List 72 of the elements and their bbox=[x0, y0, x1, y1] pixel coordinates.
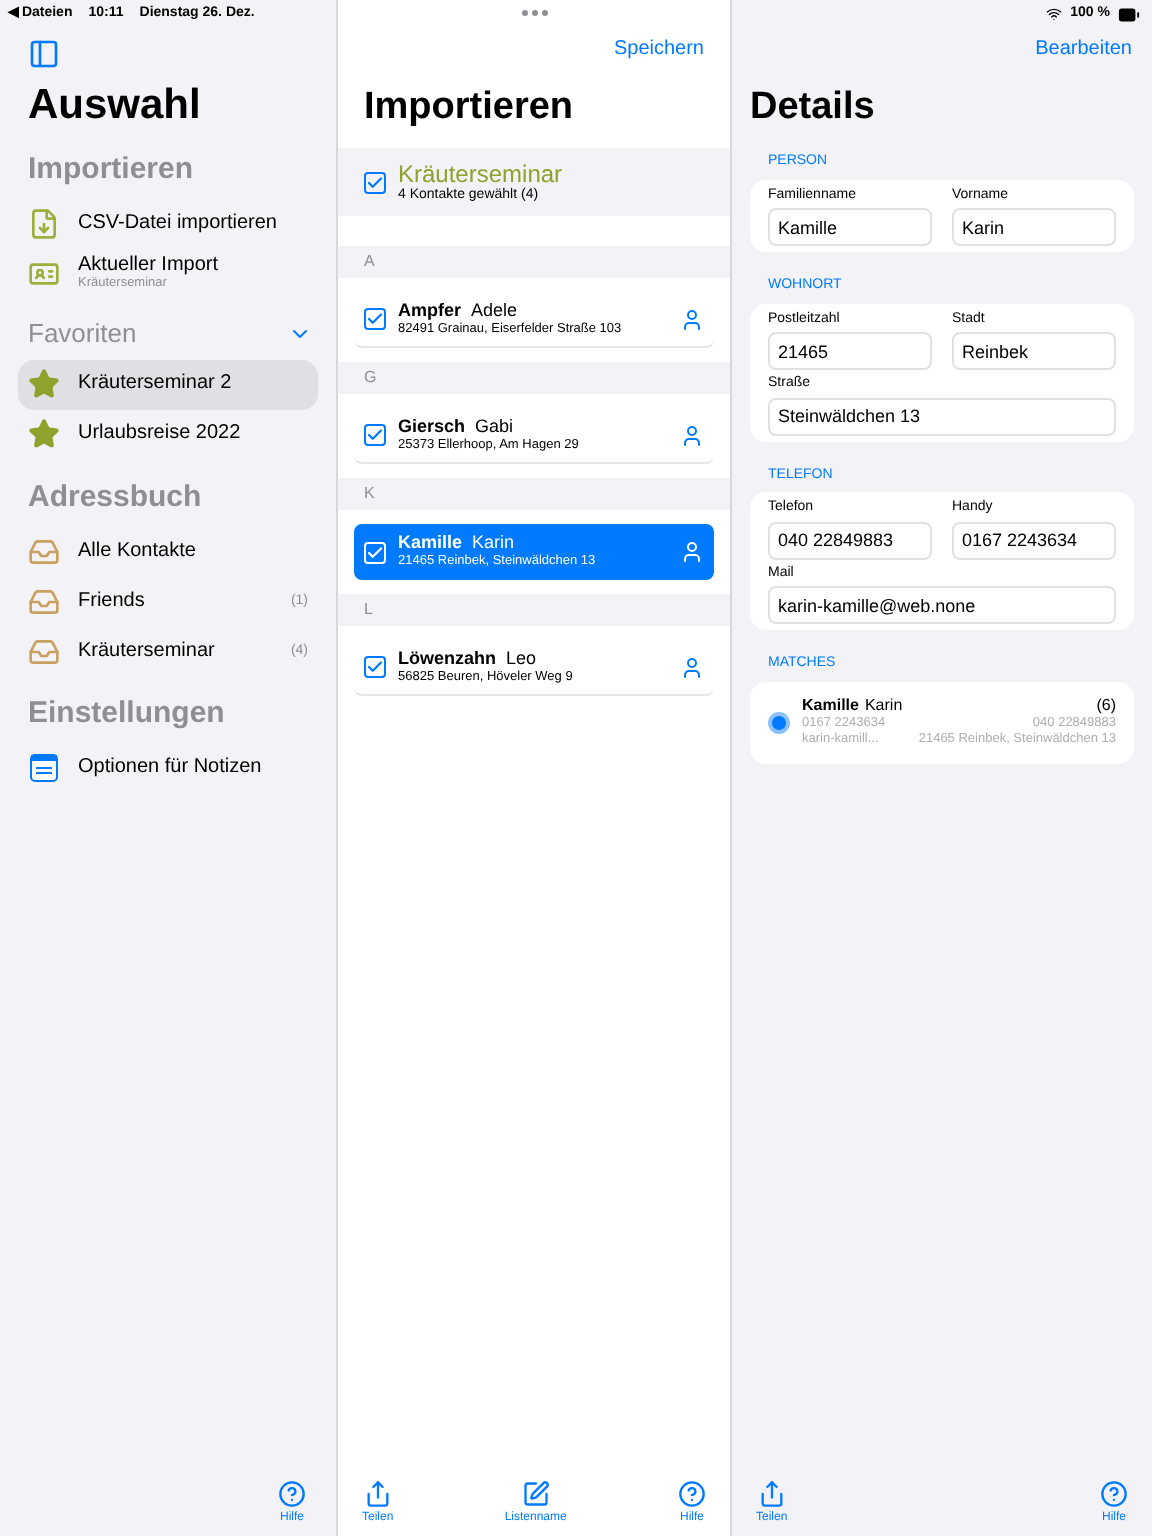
item-label: Kräuterseminar bbox=[78, 641, 217, 662]
input-field[interactable]: 0167 2243634 bbox=[952, 521, 1116, 559]
item-label: CSV-Datei importieren bbox=[78, 213, 279, 234]
sidebar-item[interactable]: Alle Kontakte bbox=[18, 526, 318, 577]
group-title: Kräuterseminar bbox=[398, 162, 563, 186]
input-field[interactable]: Kamille bbox=[768, 208, 932, 246]
index-letter: L bbox=[364, 598, 373, 622]
checkbox[interactable] bbox=[364, 308, 386, 330]
tray-icon bbox=[28, 635, 60, 668]
first-name: Leo bbox=[506, 649, 537, 668]
contact-card-icon bbox=[28, 257, 60, 290]
first-name: Gabi bbox=[475, 417, 514, 436]
help-icon bbox=[678, 1480, 706, 1508]
item-label: Optionen für Notizen bbox=[78, 758, 264, 779]
sidebar-title: Auswahl bbox=[28, 79, 203, 131]
first-name: Karin bbox=[472, 534, 515, 553]
section-heading: Favoriten bbox=[28, 316, 137, 353]
tray-icon bbox=[28, 585, 60, 618]
section-heading: Importieren bbox=[28, 149, 194, 190]
sidebar-toggle-icon[interactable] bbox=[28, 37, 60, 69]
checkbox[interactable] bbox=[364, 656, 386, 678]
star-icon bbox=[28, 368, 60, 401]
last-name: Giersch bbox=[398, 417, 466, 436]
page-title: Importieren bbox=[362, 83, 576, 132]
last-name: Kamille bbox=[398, 534, 463, 553]
compose-icon bbox=[521, 1480, 550, 1508]
sidebar-item[interactable]: Kräuterseminar 2 bbox=[18, 359, 318, 410]
person-icon[interactable] bbox=[680, 655, 704, 679]
input-field[interactable]: 040 22849883 bbox=[768, 521, 932, 559]
last-name: Löwenzahn bbox=[398, 649, 496, 668]
item-label: Aktueller Import bbox=[78, 256, 221, 276]
person-icon[interactable] bbox=[680, 423, 704, 447]
share-icon bbox=[363, 1480, 392, 1508]
help-icon bbox=[1100, 1480, 1128, 1508]
star-icon bbox=[28, 418, 60, 451]
radio-button[interactable] bbox=[768, 711, 790, 733]
sidebar-item[interactable]: Optionen für Notizen bbox=[18, 743, 318, 794]
input-field[interactable]: Steinwäldchen 13 bbox=[768, 397, 1116, 435]
item-label: Urlaubsreise 2022 bbox=[78, 424, 243, 445]
input-field[interactable]: Reinbek bbox=[952, 332, 1116, 370]
wifi-icon bbox=[1046, 6, 1063, 22]
notes-icon bbox=[30, 754, 58, 783]
sidebar-item[interactable]: CSV-Datei importieren bbox=[18, 198, 318, 249]
page-title: Details bbox=[748, 83, 877, 132]
match-count: (6) bbox=[1096, 697, 1116, 713]
battery-icon bbox=[1118, 3, 1140, 25]
person-icon[interactable] bbox=[680, 307, 704, 331]
sidebar-item[interactable]: Urlaubsreise 2022 bbox=[18, 409, 318, 460]
item-label: Kräuterseminar 2 bbox=[78, 374, 234, 395]
item-label: Alle Kontakte bbox=[78, 541, 198, 562]
item-label: Friends bbox=[78, 591, 147, 612]
first-name: Adele bbox=[471, 301, 518, 320]
first-name: Karin bbox=[864, 697, 905, 713]
input-field[interactable]: 21465 bbox=[768, 332, 932, 370]
share-icon bbox=[757, 1480, 786, 1508]
input-field[interactable]: Karin bbox=[952, 208, 1116, 246]
index-letter: G bbox=[364, 366, 377, 390]
help-icon bbox=[278, 1480, 306, 1508]
tray-icon bbox=[28, 535, 60, 568]
checkbox[interactable] bbox=[364, 171, 386, 193]
section-heading: Einstellungen bbox=[28, 694, 225, 735]
index-letter: A bbox=[364, 250, 375, 274]
download-icon bbox=[28, 207, 60, 240]
last-name: Ampfer bbox=[398, 301, 462, 320]
person-icon[interactable] bbox=[680, 540, 704, 564]
input-field[interactable]: karin-kamille@web.none bbox=[768, 586, 1116, 624]
last-name: Kamille bbox=[802, 697, 859, 713]
save-button[interactable]: Speichern bbox=[613, 33, 704, 63]
edit-button[interactable]: Bearbeiten bbox=[1035, 33, 1132, 63]
section-heading: Adressbuch bbox=[28, 477, 202, 518]
index-letter: K bbox=[364, 482, 375, 506]
checkbox[interactable] bbox=[364, 424, 386, 446]
